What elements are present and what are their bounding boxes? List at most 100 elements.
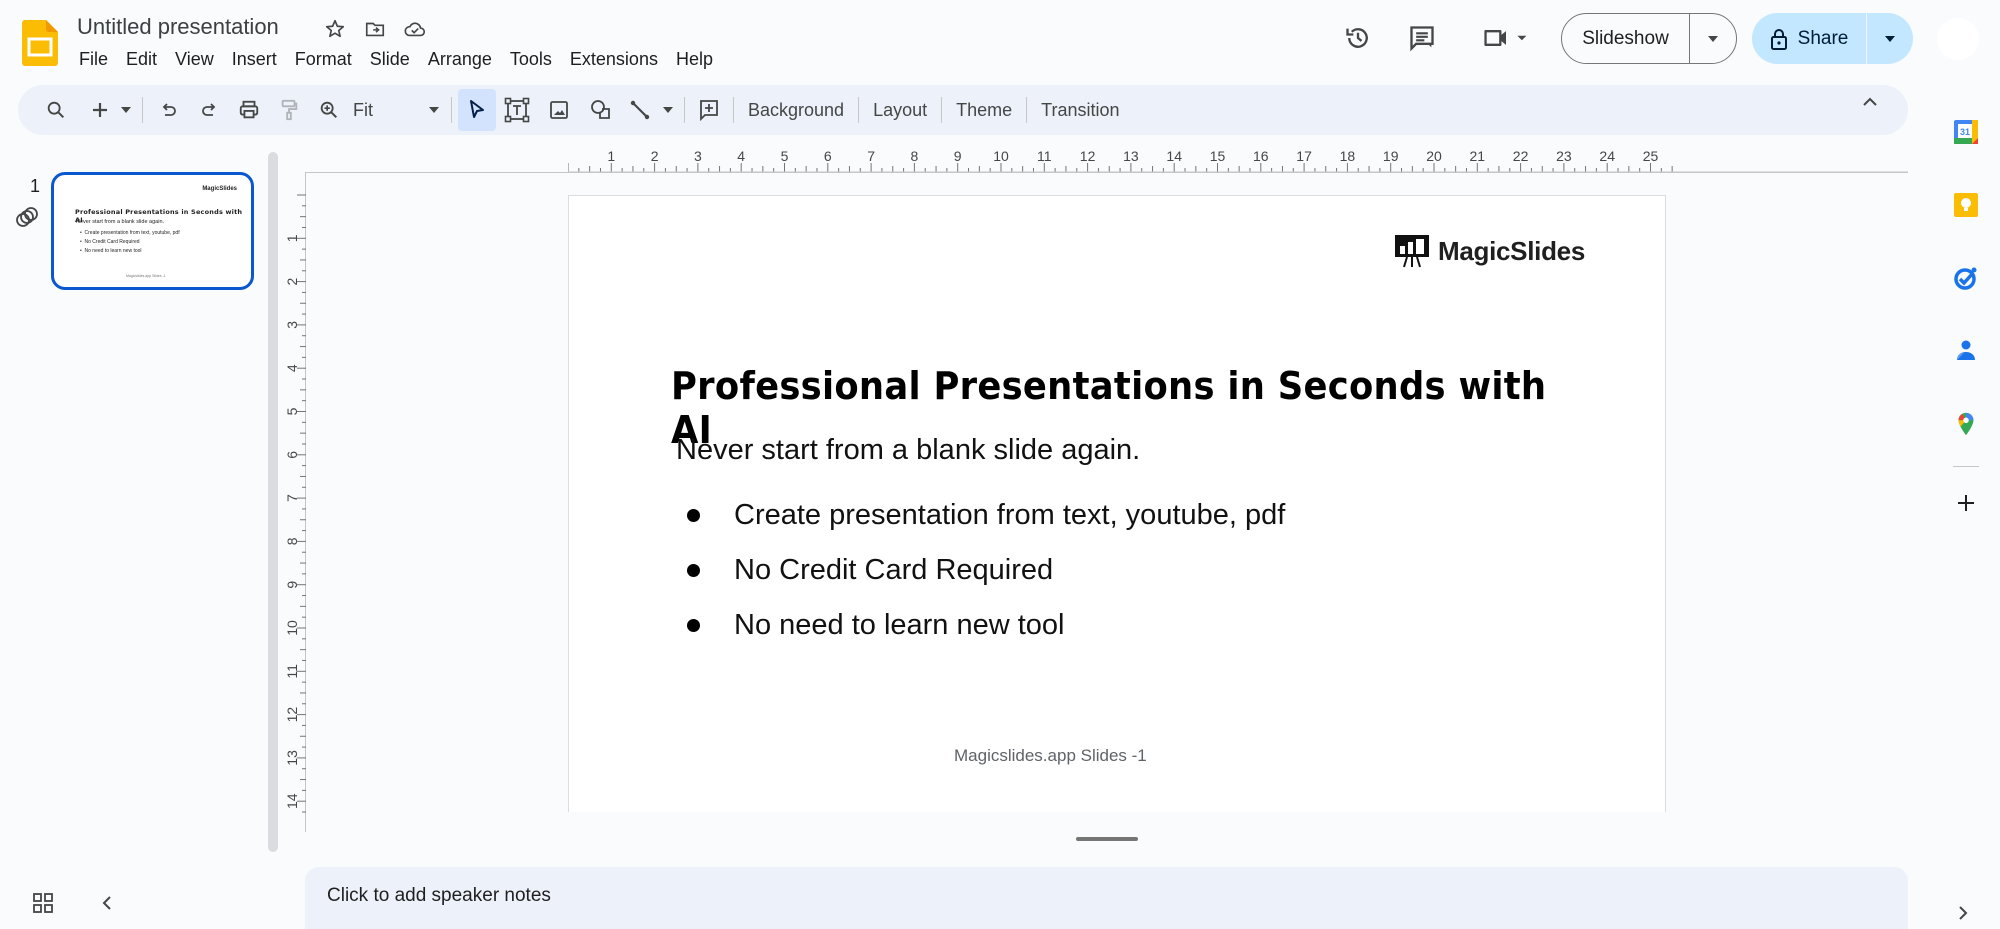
expand-side-panel-icon[interactable] (1956, 904, 1970, 922)
bullet-item: No Credit Card Required (687, 543, 1285, 598)
slide-footer[interactable]: Magicslides.app Slides -1 (954, 746, 1147, 766)
slide-bullet-list[interactable]: Create presentation from text, youtube, … (687, 488, 1285, 653)
side-panel-divider (1953, 466, 1979, 467)
thumbnail-footer: Magicslides.app Slides -1 (126, 274, 166, 278)
ruler-label: 11 (284, 664, 300, 679)
bullet-dot (687, 619, 700, 632)
thumbnail-bullet: • No need to learn new tool (80, 248, 142, 254)
ruler-label: 9 (954, 148, 962, 164)
ruler-label: 24 (1599, 148, 1615, 164)
filmstrip-scrollbar[interactable] (268, 152, 278, 852)
maps-icon[interactable] (1940, 387, 1992, 460)
slide-thumbnail[interactable]: MagicSlides Professional Presentations i… (51, 172, 254, 290)
menu-file[interactable]: File (70, 47, 117, 72)
background-button[interactable]: Background (740, 92, 852, 128)
tasks-icon[interactable] (1940, 241, 1992, 314)
ruler-label: 6 (284, 451, 300, 459)
ruler-label: 10 (284, 620, 300, 636)
new-slide-button[interactable] (84, 92, 116, 128)
slideshow-dropdown-icon[interactable] (1690, 35, 1736, 43)
slideshow-button[interactable]: Slideshow (1561, 13, 1737, 64)
slides-logo-icon[interactable] (22, 20, 58, 66)
move-to-folder-icon[interactable] (362, 16, 388, 42)
insert-image-icon[interactable] (538, 92, 580, 128)
calendar-icon[interactable]: 31 (1940, 95, 1992, 168)
star-icon[interactable] (322, 16, 348, 42)
speaker-notes[interactable]: Click to add speaker notes (305, 867, 1908, 929)
line-icon[interactable] (622, 92, 658, 128)
text-box-icon[interactable] (496, 92, 538, 128)
ruler-label: 22 (1513, 148, 1529, 164)
bullet-dot (687, 509, 700, 522)
grid-view-icon[interactable] (32, 892, 54, 914)
ruler-label: 20 (1426, 148, 1442, 164)
keep-icon[interactable] (1940, 168, 1992, 241)
ruler-label: 3 (694, 148, 702, 164)
theme-button[interactable]: Theme (948, 92, 1020, 128)
ruler-label: 21 (1470, 148, 1486, 164)
zoom-icon[interactable] (309, 92, 349, 128)
menu-edit[interactable]: Edit (117, 47, 166, 72)
zoom-dropdown-icon (429, 107, 439, 113)
ruler-label: 1 (284, 234, 300, 242)
magicslides-logo-text: MagicSlides (1438, 235, 1585, 266)
side-panel: 31 (1940, 95, 1992, 523)
share-button[interactable]: Share (1752, 13, 1913, 64)
menu-slide[interactable]: Slide (361, 47, 419, 72)
ruler-label: 12 (1080, 148, 1096, 164)
undo-icon[interactable] (149, 92, 189, 128)
menu-help[interactable]: Help (667, 47, 722, 72)
vertical-ruler[interactable]: 1234567891011121314 (282, 166, 306, 821)
account-avatar[interactable] (1937, 18, 1979, 60)
ruler-label: 23 (1556, 148, 1572, 164)
linked-objects-icon[interactable] (14, 206, 40, 230)
redo-icon[interactable] (189, 92, 229, 128)
line-dropdown-icon[interactable] (658, 92, 678, 128)
paint-format-icon[interactable] (269, 92, 309, 128)
search-menus-icon[interactable] (38, 92, 74, 128)
cloud-saved-icon[interactable] (402, 16, 428, 42)
new-slide-dropdown-icon[interactable] (116, 92, 136, 128)
zoom-value: Fit (353, 99, 373, 120)
ruler-label: 6 (824, 148, 832, 164)
ruler-label: 13 (284, 750, 300, 766)
slide-canvas[interactable]: MagicSlides Professional Presentations i… (568, 195, 1666, 812)
thumbnail-bullet: • No Credit Card Required (80, 239, 140, 245)
zoom-select[interactable]: Fit (349, 100, 445, 121)
ruler-label: 4 (284, 364, 300, 372)
horizontal-ruler[interactable]: 1 2 3 4 5 6 7 8 9 10 11 12 13 14 15 16 17 18 19 20 21 22 23 24 2… (568, 148, 1908, 176)
notes-resize-handle[interactable] (1076, 837, 1138, 841)
get-add-ons-icon[interactable] (1940, 483, 1992, 523)
transition-button[interactable]: Transition (1033, 92, 1127, 128)
collapse-toolbar-icon[interactable] (1862, 97, 1878, 107)
thumbnail-bullet: • Create presentation from text, youtube… (80, 230, 180, 236)
menu-extensions[interactable]: Extensions (561, 47, 667, 72)
magicslides-logo[interactable]: MagicSlides (1394, 234, 1585, 268)
layout-button[interactable]: Layout (865, 92, 935, 128)
slideshow-label[interactable]: Slideshow (1562, 28, 1689, 50)
svg-text:31: 31 (1960, 127, 1970, 137)
ruler-label: 3 (284, 321, 300, 329)
menu-insert[interactable]: Insert (223, 47, 286, 72)
add-comment-icon[interactable] (691, 92, 727, 128)
bullet-item: Create presentation from text, youtube, … (687, 488, 1285, 543)
ruler-label: 25 (1643, 148, 1659, 164)
meet-icon[interactable] (1476, 18, 1536, 58)
comments-icon[interactable] (1402, 18, 1442, 58)
menu-view[interactable]: View (166, 47, 223, 72)
ruler-label: 8 (911, 148, 919, 164)
share-dropdown-icon[interactable] (1867, 35, 1913, 43)
menu-format[interactable]: Format (286, 47, 361, 72)
menu-tools[interactable]: Tools (501, 47, 561, 72)
collapse-filmstrip-icon[interactable] (99, 892, 115, 914)
ruler-label: 16 (1253, 148, 1269, 164)
bullet-item: No need to learn new tool (687, 598, 1285, 653)
version-history-icon[interactable] (1338, 18, 1378, 58)
shape-icon[interactable] (580, 92, 622, 128)
document-title[interactable]: Untitled presentation (77, 14, 279, 40)
slide-subtitle[interactable]: Never start from a blank slide again. (676, 434, 1140, 467)
contacts-icon[interactable] (1940, 314, 1992, 387)
print-icon[interactable] (229, 92, 269, 128)
select-tool-icon[interactable] (458, 89, 496, 131)
menu-arrange[interactable]: Arrange (419, 47, 501, 72)
